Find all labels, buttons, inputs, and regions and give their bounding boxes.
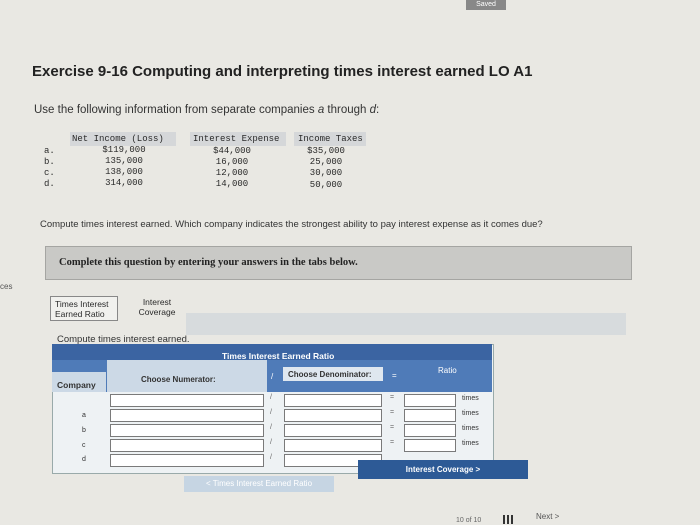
times-unit: times [462, 410, 479, 417]
income-taxes-b: 25,000 [309, 157, 343, 167]
numerator-input-c[interactable] [110, 439, 264, 452]
exercise-intro: Use the following information from separ… [34, 104, 380, 116]
tab-label-line2: Coverage [138, 307, 176, 317]
header-net-income: Net Income (Loss) [70, 132, 176, 146]
next-tab-button[interactable]: Interest Coverage > [358, 460, 528, 479]
sidebar-fragment-text: ces [0, 282, 13, 291]
row-label-d: d. [44, 179, 55, 189]
net-income-a: $119,000 [102, 145, 146, 155]
header-interest-expense: Interest Expense [190, 132, 286, 146]
saved-status-badge: Saved [466, 0, 506, 10]
company-label-b: b [82, 427, 86, 434]
row-label-a: a. [44, 146, 55, 156]
exercise-title: Exercise 9-16 Computing and interpreting… [32, 63, 533, 80]
equals-symbol: = [390, 394, 395, 401]
income-taxes-d: 50,000 [309, 180, 343, 190]
income-taxes-c: 30,000 [309, 168, 343, 178]
given-data-table: Net Income (Loss) Interest Expense Incom… [40, 132, 366, 194]
tab-label-line1: Interest [142, 297, 172, 307]
tab-strip-background [186, 313, 626, 335]
ratio-input-a[interactable] [404, 409, 456, 422]
divide-symbol: / [270, 409, 272, 416]
net-income-d: 314,000 [105, 178, 143, 188]
income-taxes-a: $35,000 [307, 146, 345, 156]
times-unit: times [462, 425, 479, 432]
prev-tab-button[interactable]: < Times Interest Earned Ratio [184, 476, 334, 492]
col-header-ratio: Ratio [438, 366, 457, 375]
numerator-input-a[interactable] [110, 409, 264, 422]
company-label-d: d [82, 456, 86, 463]
header-income-taxes: Income Taxes [294, 132, 366, 146]
interest-expense-a: $44,000 [213, 146, 251, 156]
equals-symbol: = [390, 409, 395, 416]
grid-icon[interactable] [503, 515, 513, 524]
denominator-input-b[interactable] [284, 424, 382, 437]
ratio-input-row1[interactable] [404, 394, 456, 407]
tab-label-line1: Times Interest [55, 299, 109, 309]
net-income-b: 135,000 [105, 156, 143, 166]
page-counter: 10 of 10 [456, 517, 482, 524]
divide-symbol-header: / [271, 372, 274, 381]
row-label-b: b. [44, 157, 55, 167]
ratio-input-c[interactable] [404, 439, 456, 452]
instructions-banner-text: Complete this question by entering your … [59, 257, 358, 268]
divide-symbol: / [270, 394, 272, 401]
row-label-c: c. [44, 168, 55, 178]
col-header-company: Company [57, 380, 96, 390]
next-link[interactable]: Next > [536, 512, 559, 521]
times-unit: times [462, 395, 479, 402]
times-unit: times [462, 440, 479, 447]
ratio-input-b[interactable] [404, 424, 456, 437]
interest-expense-b: 16,000 [215, 157, 249, 167]
question-text: Compute times interest earned. Which com… [40, 219, 543, 230]
interest-expense-d: 14,000 [215, 179, 249, 189]
tab-label-line2: Earned Ratio [55, 309, 105, 319]
interest-expense-c: 12,000 [215, 168, 249, 178]
divide-symbol: / [270, 454, 272, 461]
numerator-input-b[interactable] [110, 424, 264, 437]
divide-symbol: / [270, 424, 272, 431]
company-label-a: a [82, 412, 86, 419]
company-label-c: c [82, 442, 86, 449]
tab-times-interest-earned-ratio[interactable]: Times Interest Earned Ratio [50, 296, 118, 321]
tab-interest-coverage[interactable]: Interest Coverage [124, 297, 190, 321]
denominator-input-row1[interactable] [284, 394, 382, 407]
numerator-input-row1[interactable] [110, 394, 264, 407]
divide-symbol: / [270, 439, 272, 446]
equals-symbol-header: = [392, 371, 397, 380]
denominator-input-c[interactable] [284, 439, 382, 452]
equals-symbol: = [390, 439, 395, 446]
col-header-numerator: Choose Numerator: [141, 375, 216, 384]
numerator-input-d[interactable] [110, 454, 264, 467]
equals-symbol: = [390, 424, 395, 431]
denominator-input-a[interactable] [284, 409, 382, 422]
col-header-denominator: Choose Denominator: [288, 370, 372, 379]
net-income-c: 138,000 [105, 167, 143, 177]
